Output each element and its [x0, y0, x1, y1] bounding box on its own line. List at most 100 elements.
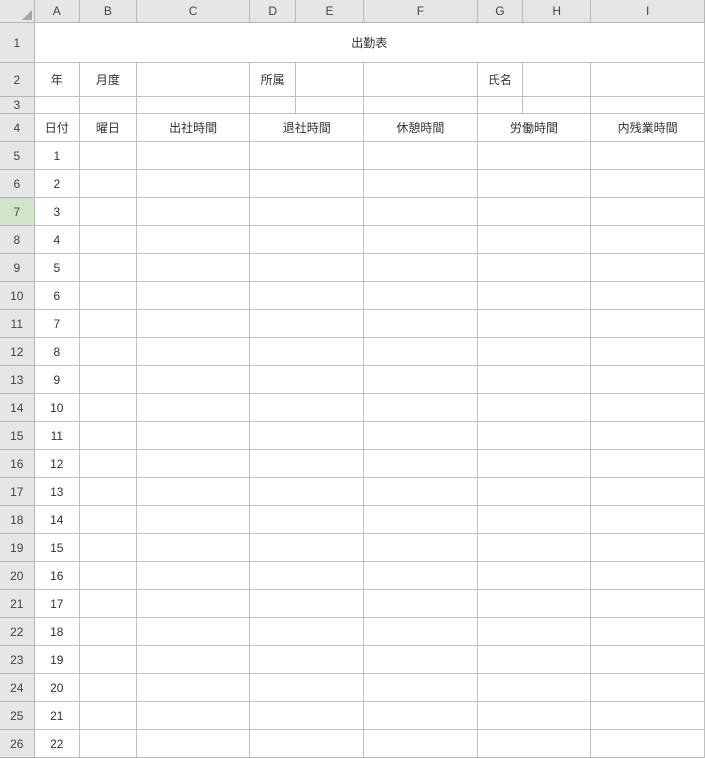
row-header-23[interactable]: 23 [0, 646, 34, 674]
cell-break-12[interactable] [364, 450, 478, 478]
col-header-G[interactable]: G [477, 0, 522, 23]
cell-clockin-9[interactable] [136, 366, 250, 394]
col-header-I[interactable]: I [591, 0, 705, 23]
cell-date-16[interactable]: 16 [34, 562, 79, 590]
cell-work-10[interactable] [477, 394, 591, 422]
cell-overtime-2[interactable] [591, 170, 705, 198]
col-header-C[interactable]: C [136, 0, 250, 23]
cell-clockin-1[interactable] [136, 142, 250, 170]
cell-break-6[interactable] [364, 282, 478, 310]
cell-overtime-17[interactable] [591, 590, 705, 618]
cell-clockin-5[interactable] [136, 254, 250, 282]
cell-r3-0[interactable] [34, 97, 79, 114]
th-work[interactable]: 労働時間 [477, 114, 591, 142]
label-year[interactable]: 年 [34, 63, 79, 97]
cell-overtime-12[interactable] [591, 450, 705, 478]
cell-clockin-21[interactable] [136, 702, 250, 730]
cell-clockin-2[interactable] [136, 170, 250, 198]
cell-break-19[interactable] [364, 646, 478, 674]
cell-break-1[interactable] [364, 142, 478, 170]
cell-break-13[interactable] [364, 478, 478, 506]
cell-break-14[interactable] [364, 506, 478, 534]
cell-clockout-3[interactable] [250, 198, 364, 226]
cell-clockin-4[interactable] [136, 226, 250, 254]
label-dept[interactable]: 所属 [250, 63, 295, 97]
row-header-15[interactable]: 15 [0, 422, 34, 450]
cell-overtime-10[interactable] [591, 394, 705, 422]
cell-r3-5[interactable] [364, 97, 478, 114]
row-header-12[interactable]: 12 [0, 338, 34, 366]
cell-break-10[interactable] [364, 394, 478, 422]
cell-weekday-18[interactable] [80, 618, 137, 646]
cell-date-21[interactable]: 21 [34, 702, 79, 730]
cell-date-15[interactable]: 15 [34, 534, 79, 562]
cell-date-9[interactable]: 9 [34, 366, 79, 394]
cell-weekday-12[interactable] [80, 450, 137, 478]
cell-work-2[interactable] [477, 170, 591, 198]
cell-weekday-20[interactable] [80, 674, 137, 702]
cell-work-12[interactable] [477, 450, 591, 478]
cell-work-9[interactable] [477, 366, 591, 394]
cell-work-4[interactable] [477, 226, 591, 254]
cell-weekday-4[interactable] [80, 226, 137, 254]
cell-clockin-17[interactable] [136, 590, 250, 618]
cell-work-1[interactable] [477, 142, 591, 170]
col-header-D[interactable]: D [250, 0, 295, 23]
cell-break-5[interactable] [364, 254, 478, 282]
row-header-25[interactable]: 25 [0, 702, 34, 730]
cell-overtime-11[interactable] [591, 422, 705, 450]
cell-break-7[interactable] [364, 310, 478, 338]
cell-clockout-10[interactable] [250, 394, 364, 422]
th-date[interactable]: 日付 [34, 114, 79, 142]
col-header-E[interactable]: E [295, 0, 363, 23]
cell-weekday-3[interactable] [80, 198, 137, 226]
row-header-16[interactable]: 16 [0, 450, 34, 478]
cell-work-3[interactable] [477, 198, 591, 226]
cell-overtime-4[interactable] [591, 226, 705, 254]
cell-clockout-18[interactable] [250, 618, 364, 646]
cell-r3-4[interactable] [295, 97, 363, 114]
cell-overtime-16[interactable] [591, 562, 705, 590]
cell-break-16[interactable] [364, 562, 478, 590]
row-header-18[interactable]: 18 [0, 506, 34, 534]
row-header-20[interactable]: 20 [0, 562, 34, 590]
cell-overtime-1[interactable] [591, 142, 705, 170]
cell-date-19[interactable]: 19 [34, 646, 79, 674]
row-header-24[interactable]: 24 [0, 674, 34, 702]
cell-date-4[interactable]: 4 [34, 226, 79, 254]
cell-weekday-9[interactable] [80, 366, 137, 394]
cell-weekday-22[interactable] [80, 730, 137, 758]
cell-break-20[interactable] [364, 674, 478, 702]
cell-clockout-20[interactable] [250, 674, 364, 702]
cell-break-17[interactable] [364, 590, 478, 618]
row-header-3[interactable]: 3 [0, 97, 34, 114]
cell-clockout-12[interactable] [250, 450, 364, 478]
row-header-4[interactable]: 4 [0, 114, 34, 142]
cell-overtime-7[interactable] [591, 310, 705, 338]
cell-clockout-22[interactable] [250, 730, 364, 758]
cell-work-14[interactable] [477, 506, 591, 534]
row-header-5[interactable]: 5 [0, 142, 34, 170]
cell-work-17[interactable] [477, 590, 591, 618]
cell-r3-3[interactable] [250, 97, 295, 114]
row-header-21[interactable]: 21 [0, 590, 34, 618]
cell-break-8[interactable] [364, 338, 478, 366]
cell-work-8[interactable] [477, 338, 591, 366]
cell-weekday-7[interactable] [80, 310, 137, 338]
cell-overtime-15[interactable] [591, 534, 705, 562]
row-header-8[interactable]: 8 [0, 226, 34, 254]
cell-overtime-6[interactable] [591, 282, 705, 310]
cell-date-6[interactable]: 6 [34, 282, 79, 310]
th-break[interactable]: 休憩時間 [364, 114, 478, 142]
cell-overtime-22[interactable] [591, 730, 705, 758]
cell-work-22[interactable] [477, 730, 591, 758]
cell-break-18[interactable] [364, 618, 478, 646]
cell-overtime-13[interactable] [591, 478, 705, 506]
cell-overtime-9[interactable] [591, 366, 705, 394]
row-header-26[interactable]: 26 [0, 730, 34, 758]
cell-clockin-15[interactable] [136, 534, 250, 562]
cell-weekday-19[interactable] [80, 646, 137, 674]
cell-weekday-17[interactable] [80, 590, 137, 618]
cell-work-21[interactable] [477, 702, 591, 730]
cell-weekday-16[interactable] [80, 562, 137, 590]
